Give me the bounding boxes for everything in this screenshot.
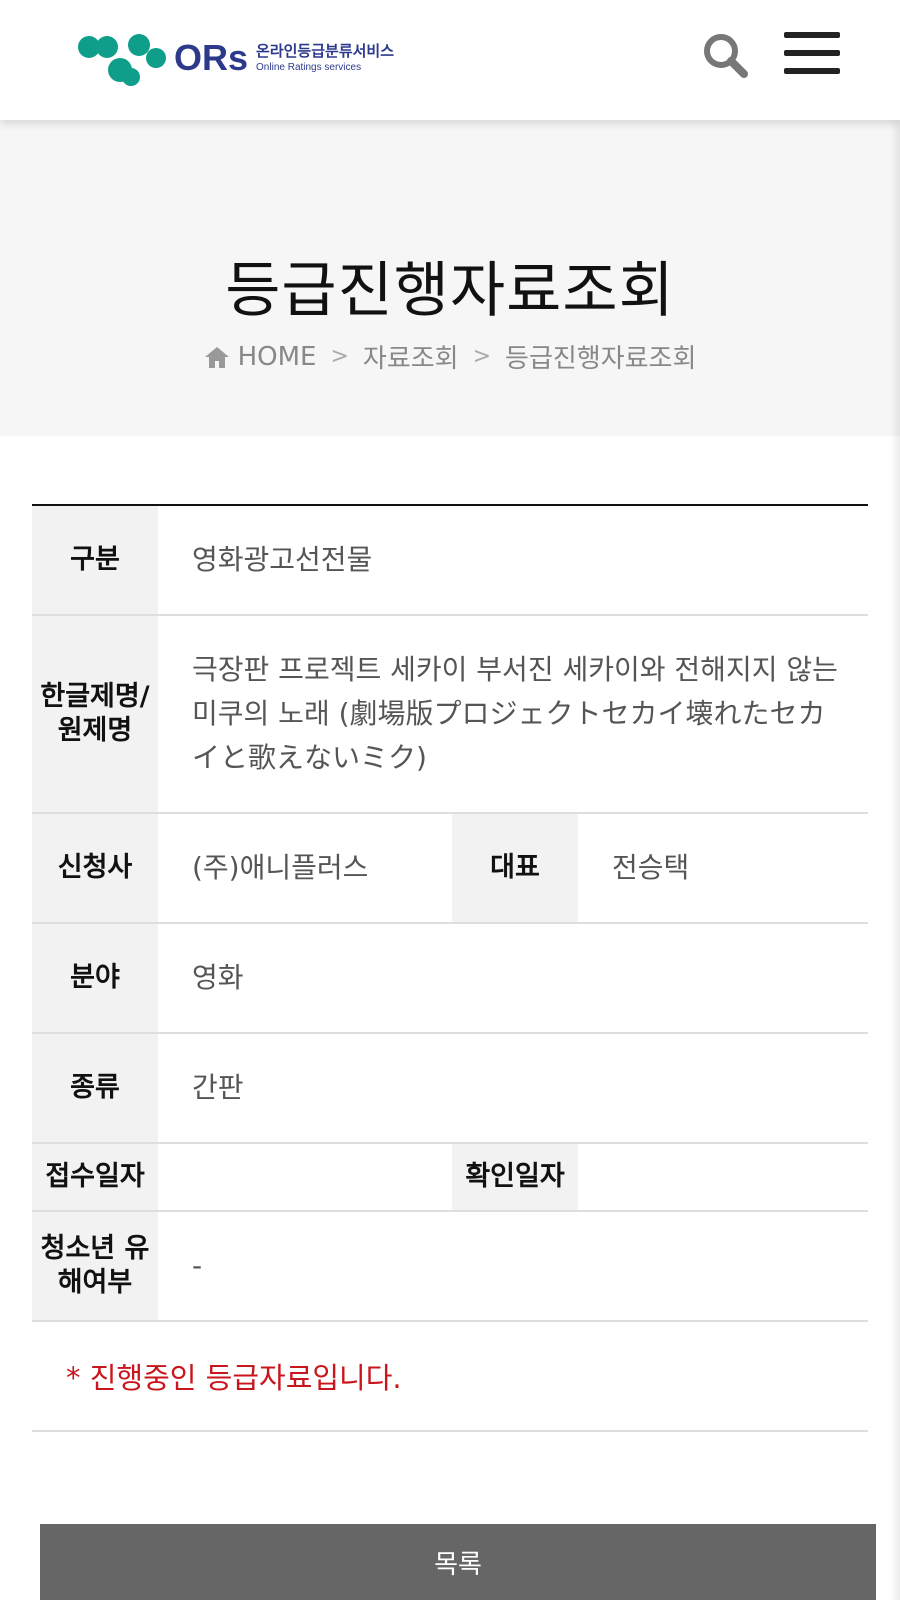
applicant-value: (주)애니플러스 [192, 851, 369, 884]
table-row-category: 구분 영화광고선전물 [32, 506, 868, 616]
representative-label: 대표 [452, 814, 578, 922]
logo-wordmark: ORs [174, 37, 249, 78]
breadcrumb-current: 등급진행자료조회 [505, 344, 697, 374]
table-row-type: 종류 간판 [32, 1034, 868, 1144]
youth-harmful-value: - [192, 1249, 203, 1282]
type-value: 간판 [192, 1071, 244, 1104]
table-row-dates: 접수일자 확인일자 [32, 1144, 868, 1212]
table-row-youth-harmful: 청소년 유 해여부 - [32, 1212, 868, 1322]
menu-button[interactable] [784, 32, 840, 78]
search-button[interactable] [700, 30, 750, 80]
site-logo[interactable]: ORs 온라인등급분류서비스 Online Ratings services [78, 28, 394, 88]
hamburger-menu-icon [784, 32, 840, 74]
title-value: 극장판 프로젝트 세카이 부서진 세카이와 전해지지 않는 미쿠의 노래 (劇場… [192, 653, 838, 774]
representative-value: 전승택 [612, 851, 690, 884]
table-row-notice: * 진행중인 등급자료입니다. [32, 1322, 868, 1432]
home-icon [204, 346, 229, 368]
logo-english-text: Online Ratings services [256, 62, 362, 73]
chevron-right-icon: > [472, 344, 492, 369]
rating-info-table: 구분 영화광고선전물 한글제명/ 원제명 극장판 프로젝트 세카이 부서진 세카… [32, 504, 868, 1432]
scroll-edge-shadow [890, 0, 900, 1600]
confirmed-date-label: 확인일자 [452, 1144, 578, 1210]
table-row-title: 한글제명/ 원제명 극장판 프로젝트 세카이 부서진 세카이와 전해지지 않는 … [32, 616, 868, 814]
breadcrumb-home[interactable]: HOME [238, 342, 317, 372]
table-row-field: 분야 영화 [32, 924, 868, 1034]
site-header: ORs 온라인등급분류서비스 Online Ratings services [0, 0, 900, 120]
breadcrumb: HOME > 자료조회 > 등급진행자료조회 [0, 338, 900, 375]
search-icon [704, 34, 748, 78]
in-progress-notice: * 진행중인 등급자료입니다. [66, 1361, 402, 1395]
field-label: 분야 [32, 924, 158, 1032]
youth-harmful-label: 청소년 유 해여부 [32, 1212, 158, 1320]
page-title: 등급진행자료조회 [225, 256, 675, 326]
field-value: 영화 [192, 961, 244, 994]
type-label: 종류 [32, 1034, 158, 1142]
received-date-label: 접수일자 [32, 1144, 158, 1210]
logo-korean-text: 온라인등급분류서비스 [256, 42, 395, 60]
received-date-value [158, 1144, 452, 1210]
table-row-applicant: 신청사 (주)애니플러스 대표 전승택 [32, 814, 868, 924]
confirmed-date-value [578, 1144, 868, 1210]
title-label: 한글제명/ 원제명 [32, 616, 158, 812]
breadcrumb-data-lookup[interactable]: 자료조회 [363, 338, 459, 375]
logo-mark-icon [78, 28, 170, 88]
page-hero: 등급진행자료조회 HOME > 자료조회 > 등급진행자료조회 [0, 120, 900, 436]
category-label: 구분 [32, 506, 158, 614]
list-button[interactable]: 목록 [40, 1524, 876, 1600]
applicant-label: 신청사 [32, 814, 158, 922]
chevron-right-icon: > [330, 344, 349, 369]
category-value: 영화광고선전물 [192, 543, 373, 576]
